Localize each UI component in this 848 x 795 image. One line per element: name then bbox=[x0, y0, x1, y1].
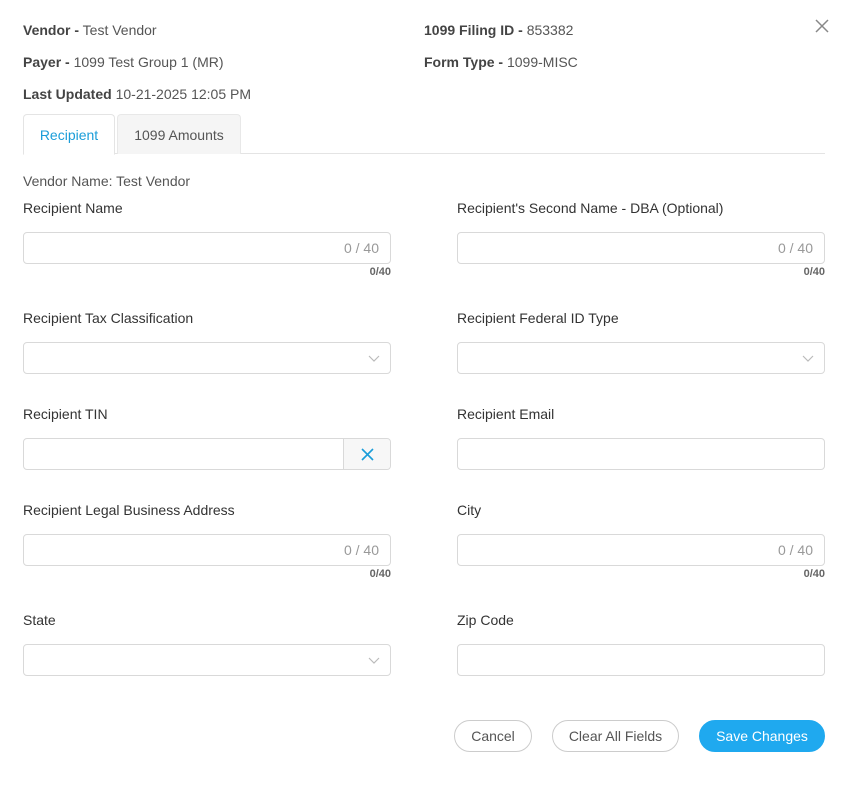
federal-id-type-label: Recipient Federal ID Type bbox=[457, 310, 619, 326]
tax-classification-select[interactable] bbox=[23, 342, 391, 374]
address-counter: 0 / 40 bbox=[343, 542, 379, 558]
chevron-down-icon bbox=[802, 352, 814, 364]
email-label: Recipient Email bbox=[457, 406, 555, 422]
recipient-name-input[interactable]: 0 / 40 bbox=[23, 232, 391, 264]
payer-meta-label: Payer - bbox=[23, 54, 70, 70]
recipient-name-label: Recipient Name bbox=[23, 200, 123, 216]
last-updated-meta: Last Updated 10-21-2025 12:05 PM bbox=[23, 86, 251, 102]
filing-id-meta: 1099 Filing ID - 853382 bbox=[424, 22, 573, 38]
vendor-meta: Vendor - Test Vendor bbox=[23, 22, 157, 38]
second-name-input[interactable]: 0 / 40 bbox=[457, 232, 825, 264]
second-name-counter: 0 / 40 bbox=[777, 240, 813, 256]
address-input[interactable]: 0 / 40 bbox=[23, 534, 391, 566]
tax-classification-label: Recipient Tax Classification bbox=[23, 310, 194, 326]
city-subcounter: 0/40 bbox=[803, 568, 825, 580]
clear-x-icon bbox=[361, 448, 374, 461]
filing-id-value: 853382 bbox=[526, 22, 574, 38]
city-counter: 0 / 40 bbox=[777, 542, 813, 558]
tab-recipient[interactable]: Recipient bbox=[23, 114, 115, 155]
second-name-label: Recipient's Second Name - DBA (Optional) bbox=[457, 200, 724, 216]
recipient-name-subcounter: 0/40 bbox=[369, 266, 391, 278]
chevron-down-icon bbox=[368, 654, 380, 666]
zip-label: Zip Code bbox=[457, 612, 514, 628]
state-label: State bbox=[23, 612, 56, 628]
federal-id-type-select[interactable] bbox=[457, 342, 825, 374]
clear-all-fields-button[interactable]: Clear All Fields bbox=[552, 720, 679, 752]
email-input[interactable] bbox=[457, 438, 825, 470]
payer-meta: Payer - 1099 Test Group 1 (MR) bbox=[23, 54, 224, 70]
form-type-label: Form Type - bbox=[424, 54, 504, 70]
tab-bar: Recipient 1099 Amounts bbox=[23, 114, 825, 155]
vendor-name-text: Vendor Name: Test Vendor bbox=[23, 173, 191, 189]
tin-clear-button[interactable] bbox=[343, 439, 390, 469]
recipient-name-counter: 0 / 40 bbox=[343, 240, 379, 256]
last-updated-label: Last Updated bbox=[23, 86, 112, 102]
edit-recipient-dialog: Vendor - Test Vendor Payer - 1099 Test G… bbox=[0, 0, 848, 795]
close-button[interactable] bbox=[812, 16, 832, 36]
tin-label: Recipient TIN bbox=[23, 406, 108, 422]
close-icon bbox=[815, 19, 829, 33]
city-label: City bbox=[457, 502, 482, 518]
payer-meta-value: 1099 Test Group 1 (MR) bbox=[73, 54, 224, 70]
form-type-meta: Form Type - 1099-MISC bbox=[424, 54, 578, 70]
cancel-button[interactable]: Cancel bbox=[454, 720, 532, 752]
state-select[interactable] bbox=[23, 644, 391, 676]
tin-input[interactable] bbox=[23, 438, 391, 470]
last-updated-value: 10-21-2025 12:05 PM bbox=[115, 86, 252, 102]
form-type-value: 1099-MISC bbox=[506, 54, 578, 70]
vendor-meta-label: Vendor - bbox=[23, 22, 80, 38]
chevron-down-icon bbox=[368, 352, 380, 364]
filing-id-label: 1099 Filing ID - bbox=[424, 22, 523, 38]
save-changes-button[interactable]: Save Changes bbox=[699, 720, 825, 752]
vendor-meta-value: Test Vendor bbox=[82, 22, 157, 38]
address-subcounter: 0/40 bbox=[369, 568, 391, 580]
city-input[interactable]: 0 / 40 bbox=[457, 534, 825, 566]
zip-input[interactable] bbox=[457, 644, 825, 676]
second-name-subcounter: 0/40 bbox=[803, 266, 825, 278]
tab-1099-amounts[interactable]: 1099 Amounts bbox=[117, 114, 241, 154]
address-label: Recipient Legal Business Address bbox=[23, 502, 235, 518]
